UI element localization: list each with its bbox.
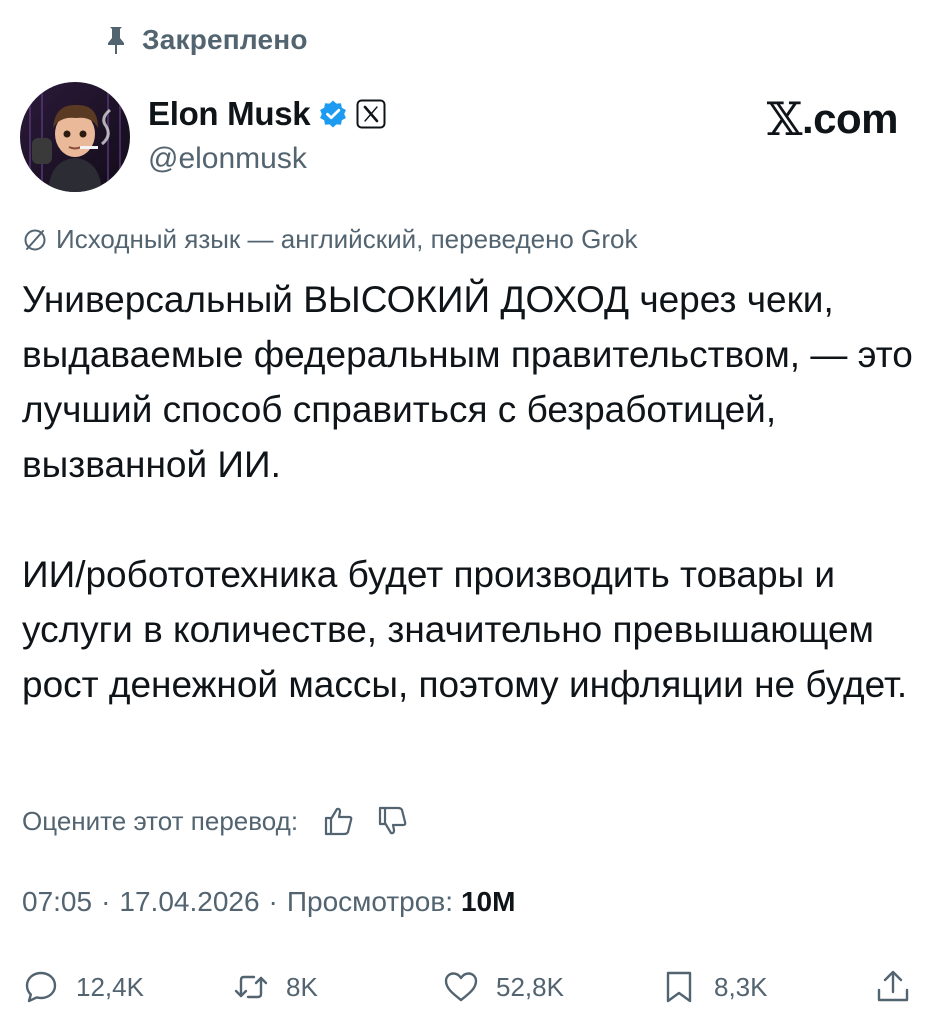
x-affiliation-icon[interactable]: [356, 99, 386, 129]
tweet-text: Универсальный ВЫСОКИЙ ДОХОД через чеки, …: [22, 272, 922, 712]
reply-icon: [25, 971, 57, 1003]
tweet-meta: 07:05 · 17.04.2026 · Просмотров: 10M: [22, 886, 515, 918]
pinned-label: Закреплено: [142, 24, 308, 55]
thumbs-up-icon[interactable]: [322, 804, 356, 838]
globe-icon: [24, 229, 46, 250]
meta-separator: ·: [268, 886, 278, 917]
x-logo-icon: 𝕏: [766, 92, 803, 146]
reply-count: 12,4K: [76, 971, 144, 1002]
share-icon: [877, 970, 909, 1002]
rate-translation: Оцените этот перевод:: [22, 804, 410, 838]
tweet-paragraph-1: Универсальный ВЫСОКИЙ ДОХОД через чеки, …: [22, 279, 913, 485]
meta-separator: ·: [101, 886, 111, 917]
like-button[interactable]: 52,8K: [442, 962, 564, 1012]
translation-note-text: Исходный язык — английский, переведено G…: [56, 224, 638, 254]
author-name[interactable]: Elon Musk: [148, 95, 311, 133]
repost-icon: [234, 975, 268, 999]
repost-count: 8K: [286, 971, 318, 1002]
author-name-row: Elon Musk: [148, 92, 386, 136]
bookmark-icon: [666, 971, 692, 1003]
avatar-image: [20, 82, 130, 192]
reply-button[interactable]: 12,4K: [22, 962, 144, 1012]
tweet-paragraph-2: ИИ/робототехника будет производить товар…: [22, 554, 908, 705]
bookmark-button[interactable]: 8,3K: [660, 962, 768, 1012]
translation-note[interactable]: Исходный язык — английский, переведено G…: [22, 224, 637, 255]
like-count: 52,8K: [496, 971, 564, 1002]
views-count[interactable]: 10M: [461, 886, 515, 918]
author-block: Elon Musk @elonmusk: [148, 92, 386, 176]
views-label: Просмотров:: [286, 886, 453, 917]
tweet-date[interactable]: 17.04.2026: [119, 886, 259, 918]
pinned-indicator: Закреплено: [104, 22, 308, 58]
author-handle[interactable]: @elonmusk: [148, 142, 386, 176]
rate-translation-label: Оцените этот перевод:: [22, 805, 299, 836]
thumbs-down-icon[interactable]: [376, 804, 410, 838]
site-logo-suffix: .com: [801, 95, 899, 142]
repost-button[interactable]: 8K: [232, 962, 318, 1012]
pin-icon: [108, 27, 124, 54]
tweet-time[interactable]: 07:05: [22, 886, 92, 918]
avatar[interactable]: [20, 82, 130, 192]
action-bar: 12,4K 8K 52,8K 8,3K: [22, 962, 918, 1012]
share-button[interactable]: [874, 962, 912, 1012]
verified-badge-icon: [320, 100, 347, 128]
x-com-logo: 𝕏 .com: [766, 92, 899, 146]
heart-icon: [444, 972, 478, 1002]
bookmark-count: 8,3K: [714, 971, 768, 1002]
